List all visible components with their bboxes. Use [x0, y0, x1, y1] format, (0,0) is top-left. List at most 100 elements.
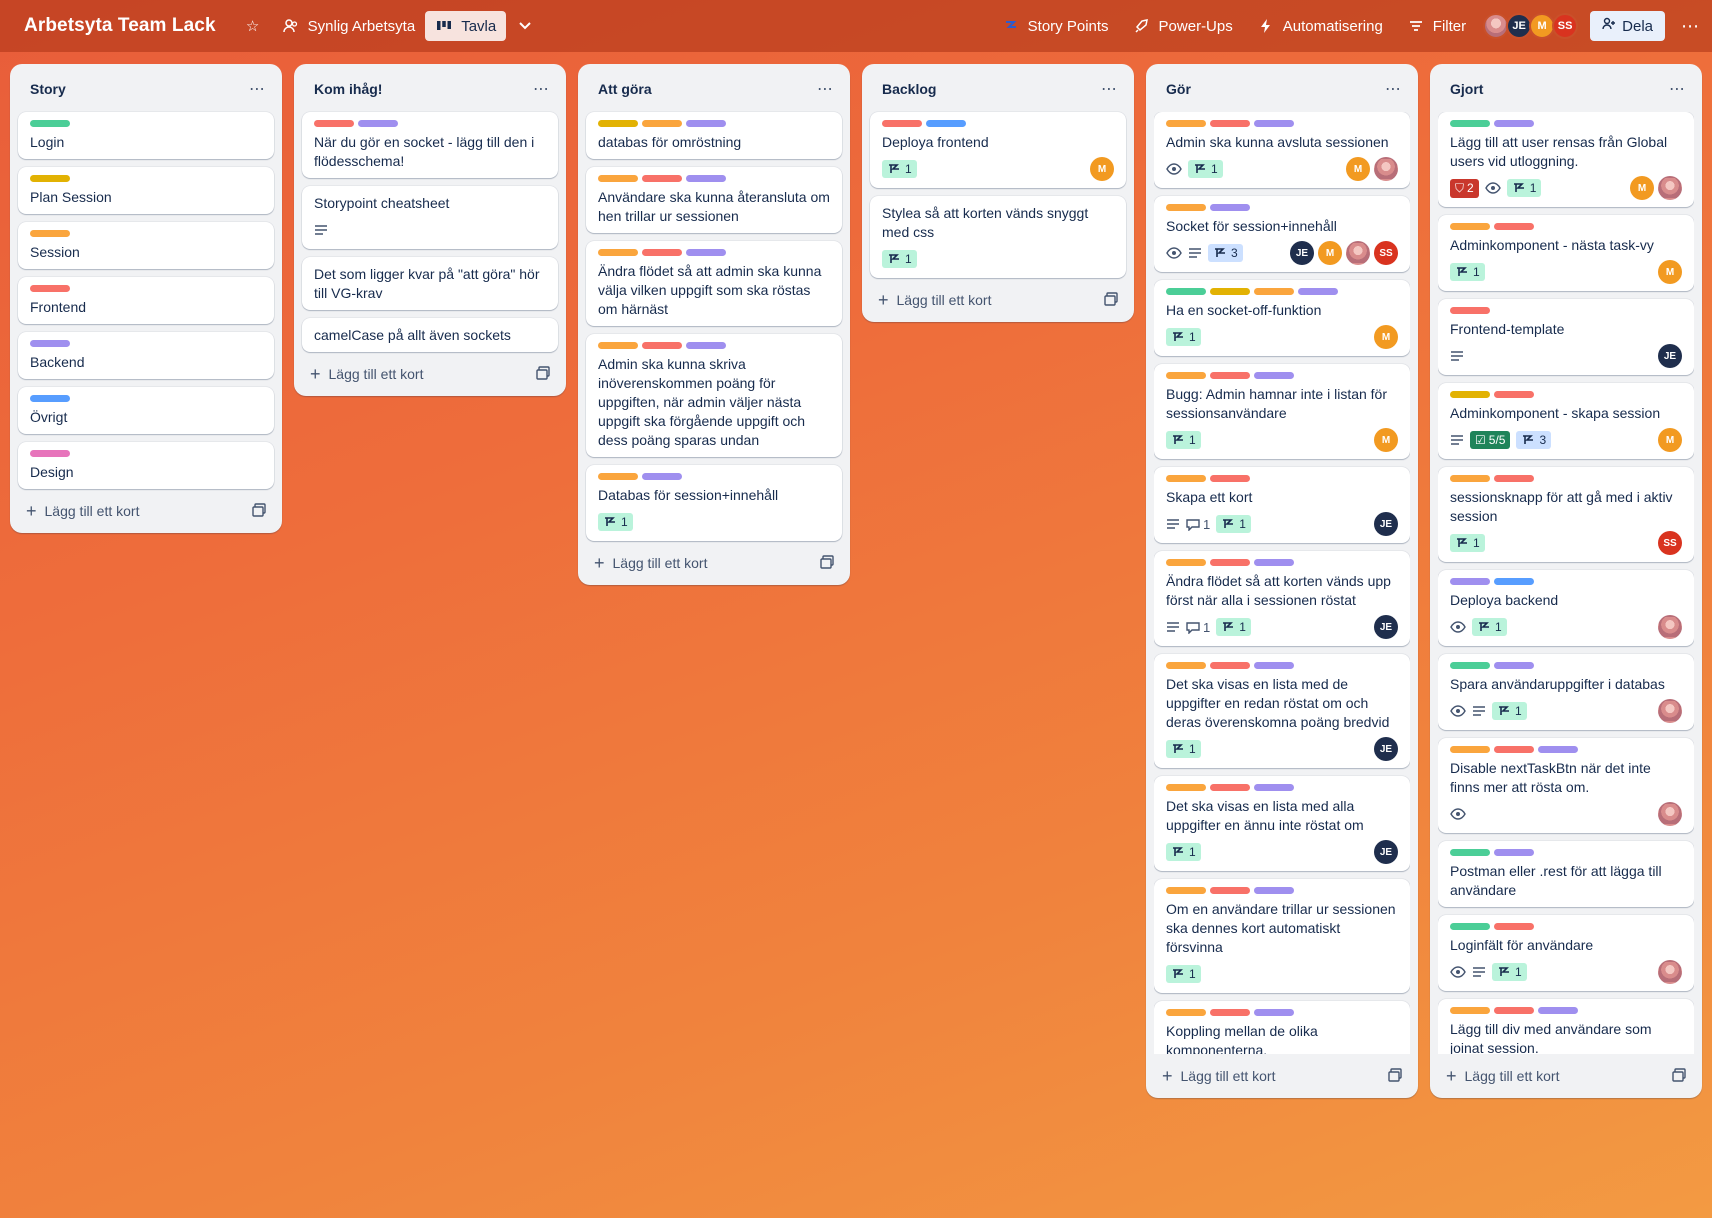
add-card-button[interactable]: + Lägg till ett kort: [1162, 1067, 1275, 1085]
label-purple[interactable]: [1298, 288, 1338, 295]
story-points-badge[interactable]: 3: [1208, 244, 1243, 262]
card[interactable]: databas för omröstning: [586, 112, 842, 159]
card[interactable]: Backend: [18, 332, 274, 379]
template-icon[interactable]: [252, 502, 266, 520]
label-purple[interactable]: [1254, 372, 1294, 379]
label-purple[interactable]: [1254, 662, 1294, 669]
card-labels[interactable]: [1450, 120, 1682, 128]
card[interactable]: Storypoint cheatsheet: [302, 186, 558, 249]
template-icon[interactable]: [1388, 1067, 1402, 1085]
list-menu-icon[interactable]: ⋯: [533, 79, 550, 99]
template-icon[interactable]: [820, 554, 834, 572]
member-avatar[interactable]: [1658, 960, 1682, 984]
card-labels[interactable]: [30, 120, 262, 128]
label-purple[interactable]: [1254, 784, 1294, 791]
card[interactable]: Stylea så att korten vänds snyggt med cs…: [870, 196, 1126, 278]
card-labels[interactable]: [30, 395, 262, 403]
card-labels[interactable]: [598, 175, 830, 183]
label-orange[interactable]: [1166, 784, 1206, 791]
list-title[interactable]: Gör: [1166, 81, 1191, 97]
label-orange[interactable]: [598, 342, 638, 349]
label-red[interactable]: [1494, 475, 1534, 482]
member-avatar[interactable]: M: [1318, 241, 1342, 265]
add-card-button[interactable]: + Lägg till ett kort: [878, 291, 991, 309]
card[interactable]: Skapa ett kort 1 1 JE: [1154, 467, 1410, 543]
label-red[interactable]: [1210, 475, 1250, 482]
add-card-button[interactable]: + Lägg till ett kort: [594, 554, 707, 572]
automation-button[interactable]: Automatisering: [1247, 11, 1393, 41]
list-title[interactable]: Story: [30, 81, 66, 97]
card-labels[interactable]: [1166, 288, 1398, 296]
list-menu-icon[interactable]: ⋯: [1101, 79, 1118, 99]
card-labels[interactable]: [1450, 923, 1682, 931]
label-green[interactable]: [1450, 923, 1490, 930]
label-green[interactable]: [1450, 662, 1490, 669]
label-red[interactable]: [1210, 559, 1250, 566]
label-orange[interactable]: [1166, 559, 1206, 566]
share-button[interactable]: Dela: [1590, 11, 1665, 41]
add-card-button[interactable]: + Lägg till ett kort: [1446, 1067, 1559, 1085]
label-orange[interactable]: [642, 120, 682, 127]
card[interactable]: Admin ska kunna skriva inöverenskommen p…: [586, 334, 842, 457]
label-red[interactable]: [314, 120, 354, 127]
label-red[interactable]: [882, 120, 922, 127]
visibility-button[interactable]: Synlig Arbetsyta: [272, 11, 426, 41]
list-menu-icon[interactable]: ⋯: [1669, 79, 1686, 99]
label-orange[interactable]: [598, 249, 638, 256]
card-labels[interactable]: [882, 120, 1114, 128]
story-points-badge[interactable]: 1: [598, 513, 633, 531]
filter-button[interactable]: Filter: [1397, 11, 1476, 41]
member-avatar[interactable]: M: [1658, 428, 1682, 452]
list-menu-icon[interactable]: ⋯: [817, 79, 834, 99]
card-labels[interactable]: [1450, 746, 1682, 754]
story-points-badge[interactable]: 1: [1492, 963, 1527, 981]
card[interactable]: Plan Session: [18, 167, 274, 214]
card-labels[interactable]: [30, 230, 262, 238]
member-avatar[interactable]: [1658, 176, 1682, 200]
card[interactable]: Disable nextTaskBtn när det inte finns m…: [1438, 738, 1694, 833]
card[interactable]: Loginfält för användare 1: [1438, 915, 1694, 991]
label-red[interactable]: [1494, 223, 1534, 230]
card-labels[interactable]: [1166, 1009, 1398, 1017]
label-orange[interactable]: [1450, 223, 1490, 230]
story-points-badge[interactable]: 1: [1166, 431, 1201, 449]
label-orange[interactable]: [30, 230, 70, 237]
label-orange[interactable]: [1450, 746, 1490, 753]
card[interactable]: Ändra flödet så att admin ska kunna välj…: [586, 241, 842, 326]
card-labels[interactable]: [30, 450, 262, 458]
member-avatar[interactable]: M: [1090, 157, 1114, 181]
card[interactable]: Lägg till att user rensas från Global us…: [1438, 112, 1694, 207]
card-labels[interactable]: [1166, 559, 1398, 567]
member-avatar[interactable]: [1658, 699, 1682, 723]
card[interactable]: Koppling mellan de olika komponenterna.3…: [1154, 1001, 1410, 1054]
card-labels[interactable]: [1450, 391, 1682, 399]
story-points-badge[interactable]: 1: [1472, 618, 1507, 636]
member-avatar[interactable]: SS: [1658, 531, 1682, 555]
card[interactable]: Design: [18, 442, 274, 489]
story-points-badge[interactable]: 3: [1516, 431, 1552, 449]
card[interactable]: Lägg till div med användare som joinat s…: [1438, 999, 1694, 1054]
template-icon[interactable]: [1104, 291, 1118, 309]
card[interactable]: Admin ska kunna avsluta sessionen 1 M: [1154, 112, 1410, 188]
label-purple[interactable]: [686, 249, 726, 256]
label-orange[interactable]: [1166, 204, 1206, 211]
label-purple[interactable]: [1210, 204, 1250, 211]
card-labels[interactable]: [1166, 784, 1398, 792]
member-avatar[interactable]: M: [1374, 428, 1398, 452]
label-green[interactable]: [1450, 849, 1490, 856]
story-points-badge[interactable]: 1: [1506, 179, 1542, 197]
label-orange[interactable]: [1166, 887, 1206, 894]
label-red[interactable]: [1210, 1009, 1250, 1016]
card-labels[interactable]: [1450, 307, 1682, 315]
card-labels[interactable]: [598, 342, 830, 350]
list-title[interactable]: Backlog: [882, 81, 936, 97]
label-red[interactable]: [1210, 887, 1250, 894]
card[interactable]: Det ska visas en lista med alla uppgifte…: [1154, 776, 1410, 871]
bug-badge[interactable]: ⛉ 2: [1450, 178, 1479, 198]
member-avatar[interactable]: [1658, 615, 1682, 639]
board-members[interactable]: JE M SS: [1483, 13, 1579, 39]
card[interactable]: Deploya frontend 1 M: [870, 112, 1126, 188]
label-orange[interactable]: [1450, 1007, 1490, 1014]
member-avatar[interactable]: SS: [1374, 241, 1398, 265]
label-orange[interactable]: [1166, 662, 1206, 669]
